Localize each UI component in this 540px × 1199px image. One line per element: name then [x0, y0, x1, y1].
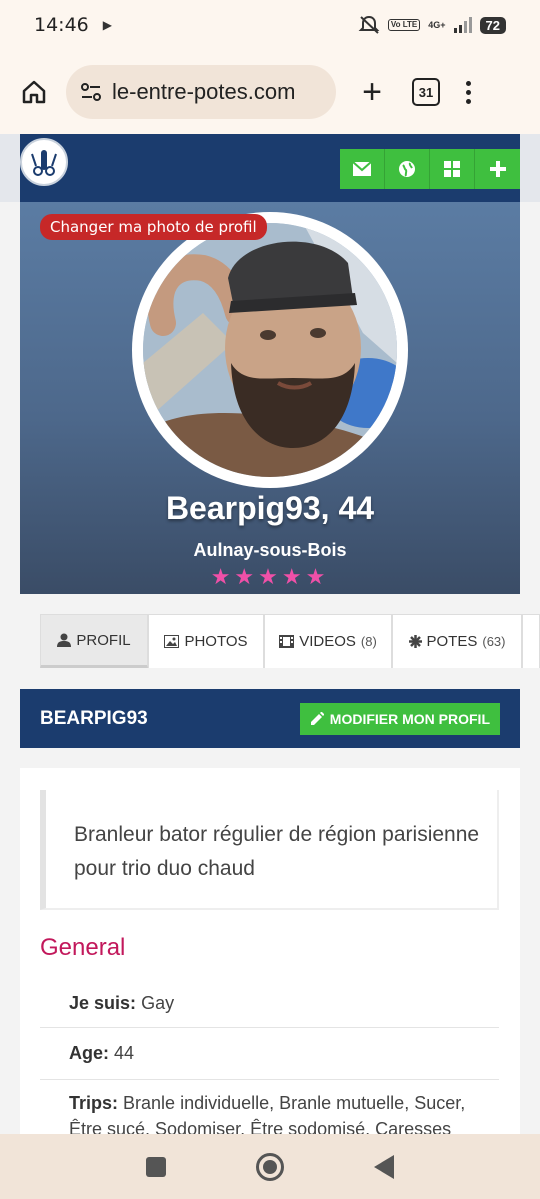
battery-indicator: 72 — [479, 16, 506, 34]
avatar[interactable] — [143, 223, 397, 477]
site-header — [0, 134, 540, 202]
tab-photos-label: PHOTOS — [184, 633, 248, 650]
header-actions — [340, 149, 520, 189]
messages-button[interactable] — [340, 149, 385, 189]
detail-label: Age: — [69, 1043, 109, 1063]
detail-label: Trips: — [69, 1093, 119, 1113]
detail-value: 44 — [114, 1043, 135, 1063]
user-icon — [57, 633, 72, 647]
detail-label: Je suis: — [69, 993, 137, 1013]
play-icon: ▶ — [102, 18, 112, 32]
tab-videos-count: (8) — [360, 634, 377, 649]
volte-icon: Vo LTE — [387, 19, 421, 31]
mute-icon — [358, 15, 380, 34]
browser-toolbar: le-entre-potes.com + 31 — [0, 50, 540, 134]
header-bar — [20, 134, 520, 202]
detail-row-je-suis: Je suis: Gay — [40, 982, 499, 1028]
tab-photos[interactable]: PHOTOS — [148, 614, 264, 668]
tab-profil-label: PROFIL — [76, 631, 131, 649]
status-icons: Vo LTE 4G+ 72 — [358, 15, 506, 35]
network-type: 4G+ — [428, 20, 446, 30]
profile-city: Aulnay-sous-Bois — [193, 540, 347, 560]
tab-potes-count: (63) — [482, 634, 506, 649]
profile-name: Bearpig93, 44 — [165, 490, 375, 526]
logo-icon — [31, 150, 57, 176]
pencil-icon — [310, 711, 324, 725]
envelope-icon — [353, 162, 371, 176]
section-title: BEARPIG93 — [40, 707, 148, 729]
recents-button[interactable] — [146, 1156, 166, 1177]
site-logo[interactable] — [20, 138, 68, 186]
browser-menu-button[interactable] — [466, 80, 471, 104]
change-photo-button[interactable]: Changer ma photo de profil — [40, 214, 267, 240]
address-bar[interactable]: le-entre-potes.com — [66, 65, 336, 119]
profile-details-card: Branleur bator régulier de région parisi… — [20, 768, 520, 1139]
home-button[interactable] — [18, 76, 50, 108]
status-time: 14:46 — [34, 14, 89, 36]
film-icon — [279, 635, 295, 648]
globe-icon — [399, 161, 415, 177]
image-icon — [164, 635, 180, 648]
status-bar: 14:46 ▶ Vo LTE 4G+ 72 — [0, 0, 540, 50]
detail-value: Branle individuelle, Branle mutuelle, Su… — [69, 1093, 466, 1139]
tab-profil[interactable]: PROFIL — [40, 614, 148, 668]
general-heading: General — [40, 934, 126, 961]
profile-description: Branleur bator régulier de région parisi… — [40, 790, 499, 910]
home-nav-button[interactable] — [256, 1152, 284, 1181]
profile-tabs: PROFIL PHOTOS VIDEOS (8) POTES (63) — [40, 614, 540, 668]
tab-switcher-button[interactable]: 31 — [412, 78, 440, 106]
signal-icon — [453, 17, 472, 33]
grid-icon — [444, 161, 460, 177]
tab-potes[interactable]: POTES (63) — [392, 614, 522, 668]
explore-button[interactable] — [385, 149, 430, 189]
tab-overflow[interactable] — [522, 614, 540, 668]
edit-profile-button[interactable]: MODIFIER MON PROFIL — [299, 702, 500, 735]
tab-potes-label: POTES — [426, 633, 478, 650]
detail-value: Gay — [141, 993, 175, 1013]
site-settings-icon[interactable] — [78, 79, 104, 105]
back-button[interactable] — [374, 1154, 394, 1179]
grid-button[interactable] — [430, 149, 475, 189]
system-nav-bar — [0, 1134, 540, 1199]
tab-videos[interactable]: VIDEOS (8) — [264, 614, 392, 668]
detail-row-age: Age: 44 — [40, 1028, 499, 1080]
home-icon — [22, 80, 46, 104]
profile-section-header: BEARPIG93 MODIFIER MON PROFIL — [20, 689, 520, 748]
plus-icon — [489, 161, 506, 177]
asterisk-icon — [408, 635, 422, 648]
rating-stars: ★★★★★ — [210, 564, 330, 589]
tab-videos-label: VIDEOS — [299, 633, 356, 650]
new-tab-button[interactable]: + — [356, 75, 388, 109]
add-button[interactable] — [475, 149, 520, 189]
url-text: le-entre-potes.com — [112, 79, 296, 104]
avatar-photo — [143, 223, 397, 477]
profile-hero: Changer ma photo de profil Bearpig93, 44… — [20, 202, 520, 594]
edit-profile-label: MODIFIER MON PROFIL — [329, 710, 490, 727]
avatar-frame — [132, 212, 408, 488]
